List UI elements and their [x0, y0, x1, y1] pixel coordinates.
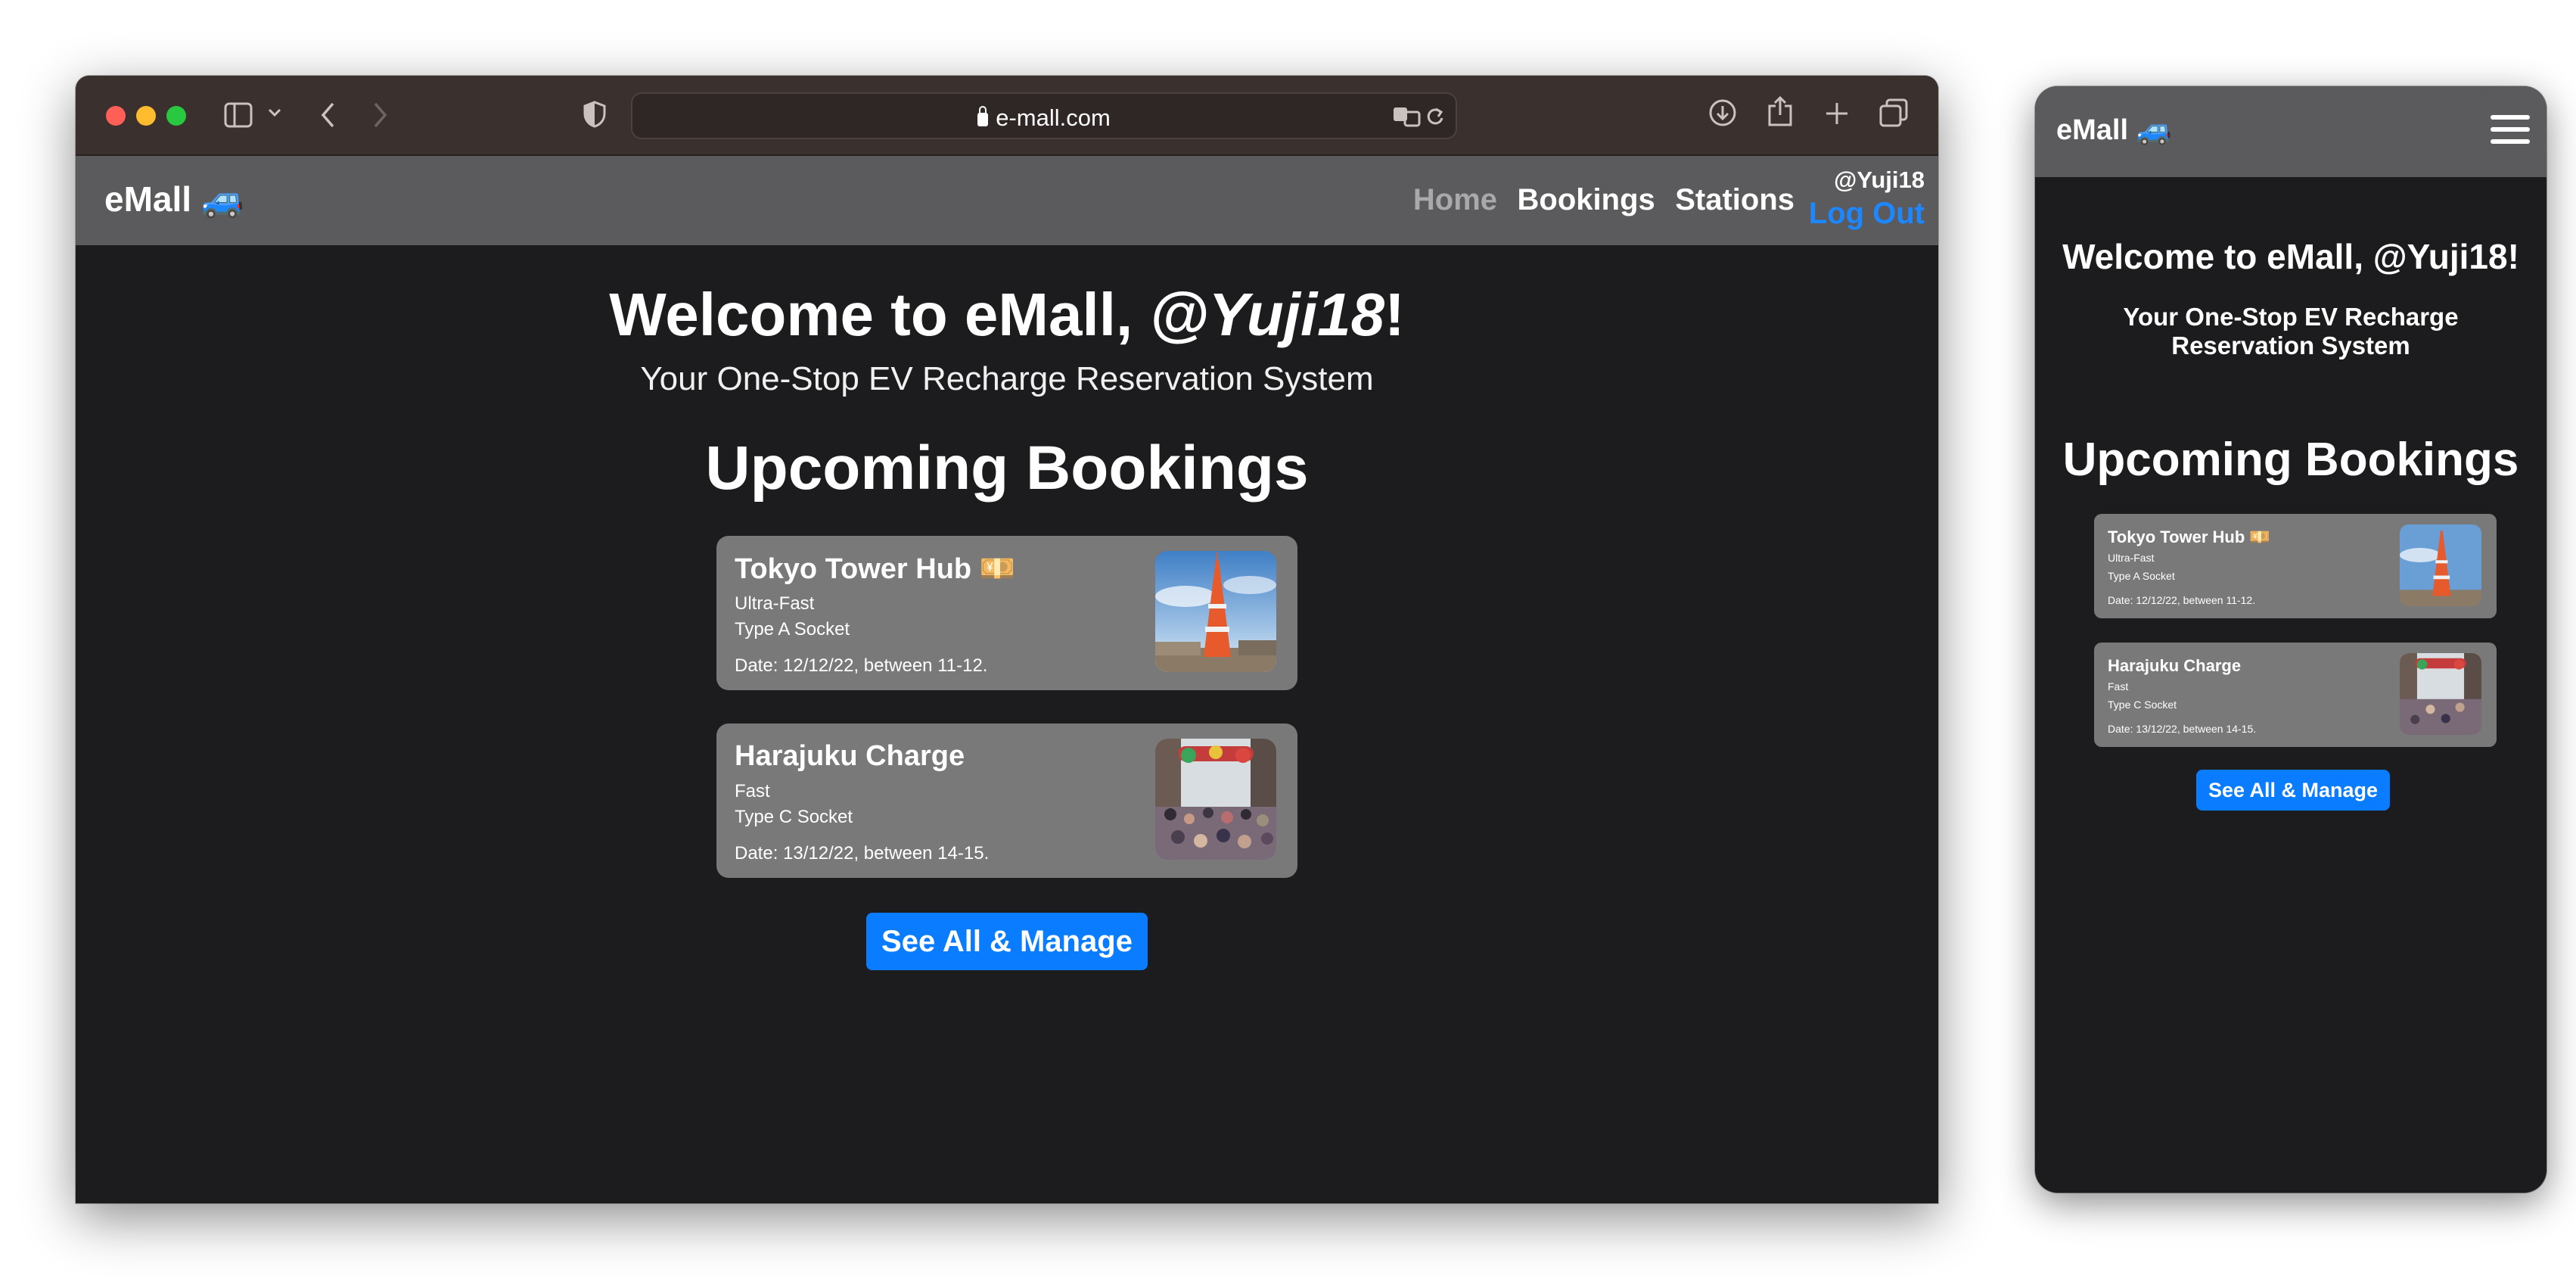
booking-date: Date: 13/12/22, between 14-15. — [2108, 723, 2257, 735]
nav-home[interactable]: Home — [1413, 183, 1497, 217]
harajuku-street-photo — [1155, 739, 1276, 860]
section-title: Upcoming Bookings — [2062, 434, 2519, 486]
app-navbar: eMall 🚙 Home Bookings Stations @Yuji18 L… — [76, 156, 1938, 245]
booking-socket: Type C Socket — [735, 807, 853, 827]
share-icon[interactable] — [1767, 95, 1793, 127]
logout-link[interactable]: Log Out — [1809, 197, 1925, 231]
section-title: Upcoming Bookings — [705, 434, 1309, 503]
browser-toolbar: e-mall.com — [76, 76, 1938, 156]
reload-icon[interactable] — [1425, 106, 1445, 127]
mobile-navbar: eMall 🚙 — [2035, 86, 2546, 177]
booking-title: Harajuku Charge — [735, 740, 965, 772]
booking-title: Tokyo Tower Hub 💴 — [2108, 527, 2270, 546]
booking-speed: Fast — [735, 781, 770, 801]
downloads-icon[interactable] — [1708, 98, 1737, 127]
booking-card[interactable]: Tokyo Tower Hub 💴 Ultra-Fast Type A Sock… — [716, 536, 1297, 690]
minimize-window-button[interactable] — [136, 106, 156, 126]
harajuku-street-photo — [2400, 653, 2481, 735]
see-all-manage-button[interactable]: See All & Manage — [866, 913, 1148, 970]
subtitle: Your One-Stop EV Recharge Reservation Sy… — [640, 360, 1374, 397]
brand-logo[interactable]: eMall 🚙 — [2056, 114, 2172, 147]
main-content: Welcome to eMall, @Yuji18! Your One-Stop… — [76, 245, 1938, 970]
booking-speed: Ultra-Fast — [735, 593, 815, 614]
booking-speed: Fast — [2108, 680, 2129, 692]
tab-overview-icon[interactable] — [1879, 98, 1908, 127]
brand-logo[interactable]: eMall 🚙 — [104, 179, 244, 220]
bookings-list: Tokyo Tower Hub 💴 Ultra-Fast Type A Sock… — [2035, 514, 2546, 747]
booking-card[interactable]: Harajuku Charge Fast Type C Socket Date:… — [2094, 643, 2497, 747]
user-box: @Yuji18 Log Out — [1809, 166, 1925, 231]
new-tab-icon[interactable] — [1825, 101, 1849, 126]
sidebar-toggle-icon[interactable] — [224, 101, 254, 129]
zoom-window-button[interactable] — [166, 106, 186, 126]
booking-speed: Ultra-Fast — [2108, 552, 2155, 564]
address-bar[interactable]: e-mall.com — [631, 92, 1457, 139]
user-handle: @Yuji18 — [1834, 166, 1925, 193]
nav-bookings[interactable]: Bookings — [1518, 183, 1655, 217]
lock-icon — [977, 106, 989, 126]
booking-card[interactable]: Tokyo Tower Hub 💴 Ultra-Fast Type A Sock… — [2094, 514, 2497, 618]
bookings-list: Tokyo Tower Hub 💴 Ultra-Fast Type A Sock… — [76, 536, 1938, 878]
close-window-button[interactable] — [106, 106, 126, 126]
tokyo-tower-photo — [1155, 551, 1276, 672]
booking-date: Date: 13/12/22, between 14-15. — [735, 843, 990, 864]
translate-icon[interactable] — [1392, 106, 1421, 127]
booking-socket: Type C Socket — [2108, 699, 2177, 711]
forward-icon[interactable] — [372, 101, 389, 129]
url-text: e-mall.com — [632, 104, 1456, 132]
nav-stations[interactable]: Stations — [1675, 183, 1794, 217]
nav-links: Home Bookings Stations — [1397, 183, 1794, 217]
see-all-manage-button[interactable]: See All & Manage — [2195, 770, 2391, 811]
booking-socket: Type A Socket — [735, 619, 850, 640]
hamburger-menu-icon[interactable] — [2491, 115, 2530, 148]
tokyo-tower-photo — [2400, 524, 2481, 606]
mobile-main-content: Welcome to eMall, @Yuji18! Your One-Stop… — [2035, 177, 2546, 811]
booking-title: Harajuku Charge — [2108, 656, 2242, 675]
mobile-window: eMall 🚙 Welcome to eMall, @Yuji18! Your … — [2035, 86, 2546, 1193]
back-icon[interactable] — [319, 101, 336, 129]
booking-title: Tokyo Tower Hub 💴 — [735, 553, 1016, 585]
booking-date: Date: 12/12/22, between 11-12. — [735, 655, 988, 676]
welcome-heading: Welcome to eMall, @Yuji18! — [2062, 237, 2519, 276]
booking-card[interactable]: Harajuku Charge Fast Type C Socket Date:… — [716, 724, 1297, 878]
booking-socket: Type A Socket — [2108, 570, 2175, 582]
desktop-browser-window: e-mall.com eMall 🚙 Home Bookings Station… — [76, 76, 1938, 1203]
subtitle: Your One-Stop EV Recharge Reservation Sy… — [2123, 303, 2459, 359]
booking-date: Date: 12/12/22, between 11-12. — [2108, 594, 2256, 606]
welcome-heading: Welcome to eMall, @Yuji18! — [609, 281, 1405, 348]
chevron-down-icon[interactable] — [268, 107, 281, 118]
privacy-shield-icon[interactable] — [583, 100, 607, 129]
